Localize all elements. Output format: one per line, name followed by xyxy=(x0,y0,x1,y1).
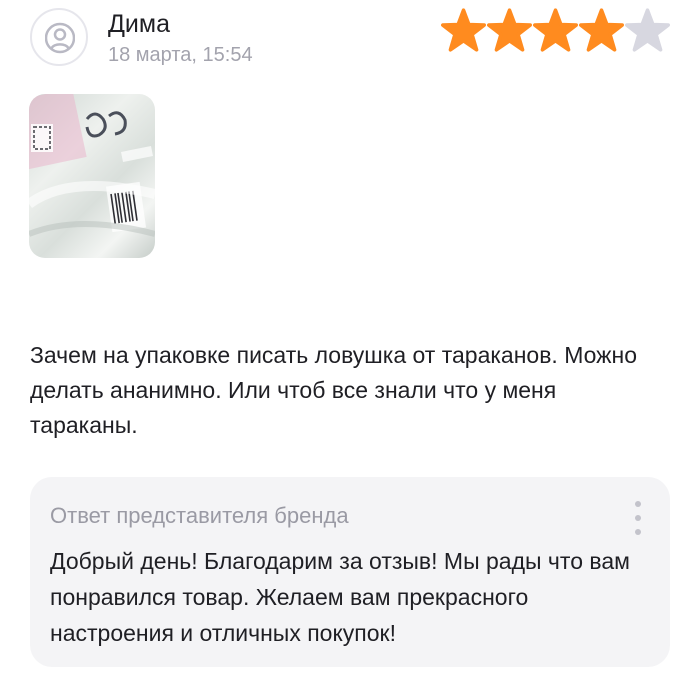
star-filled-icon xyxy=(579,8,624,52)
avatar[interactable] xyxy=(30,8,88,66)
review-text: Зачем на упаковке писать ловушка от тара… xyxy=(30,342,638,438)
star-filled-icon xyxy=(441,8,486,52)
brand-response: Ответ представителя бренда Добрый день! … xyxy=(30,477,670,667)
review-date: 18 марта, 15:54 xyxy=(108,44,253,66)
review-photo[interactable] xyxy=(29,94,155,258)
star-filled-icon xyxy=(533,8,578,52)
review-card: Дима 18 марта, 15:54 Зачем на упаковке п… xyxy=(0,0,700,673)
rating-stars xyxy=(441,8,670,52)
star-filled-icon xyxy=(487,8,532,52)
user-avatar-icon xyxy=(45,22,75,54)
more-vertical-icon[interactable] xyxy=(628,499,648,537)
brand-response-title: Ответ представителя бренда xyxy=(50,503,349,528)
author-name: Дима xyxy=(108,10,170,38)
package-photo-image xyxy=(29,94,155,237)
brand-response-text: Добрый день! Благодарим за отзыв! Мы рад… xyxy=(50,548,630,646)
star-empty-icon xyxy=(625,8,670,52)
